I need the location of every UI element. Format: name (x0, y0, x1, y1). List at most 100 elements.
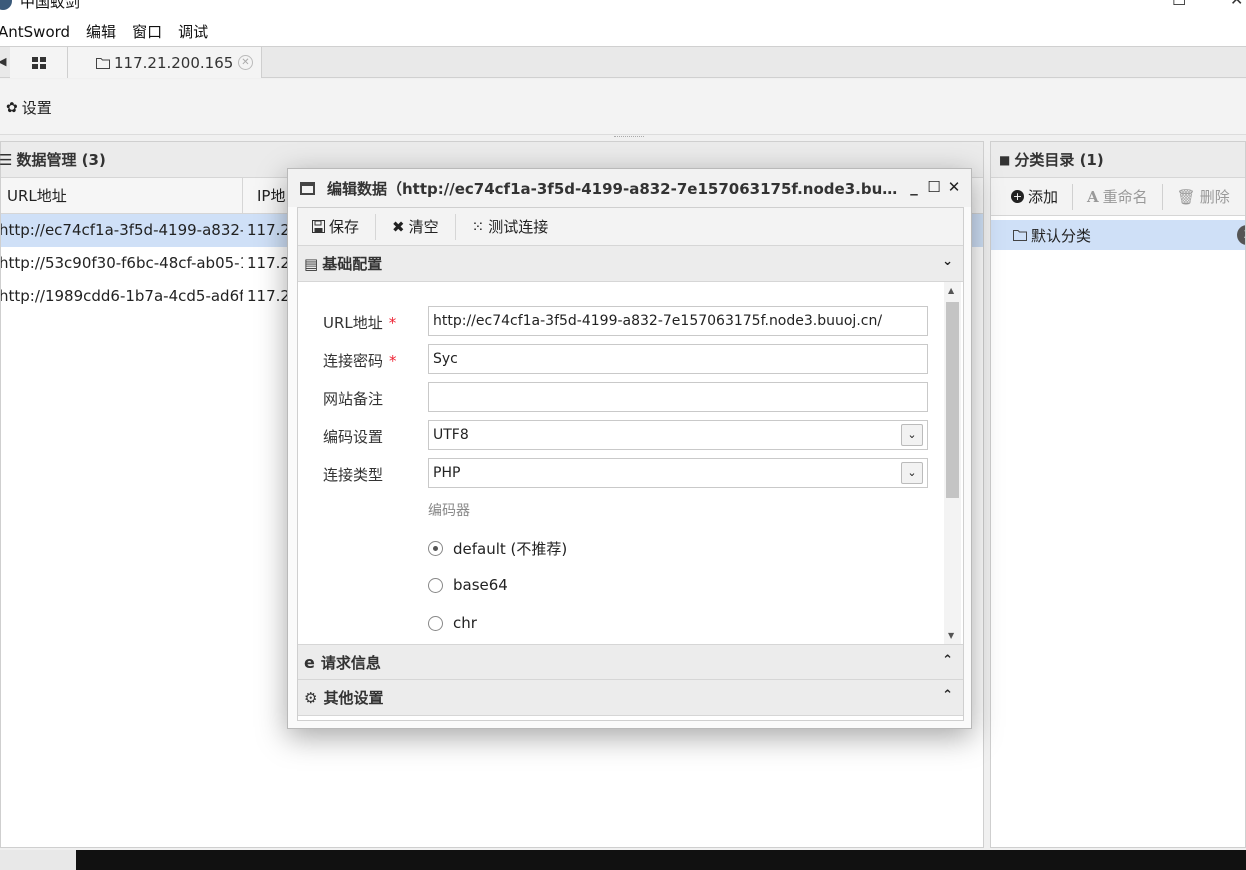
rename-category-button[interactable]: A 重命名 (1073, 183, 1163, 210)
menu-edit[interactable]: 编辑 (78, 18, 124, 46)
taskbar-left (0, 850, 76, 870)
encoder-option-default[interactable]: default (不推荐) (428, 538, 567, 559)
test-connection-label: 测试连接 (488, 218, 549, 236)
category-item-label: 默认分类 (1031, 226, 1092, 245)
url-label: URL地址 * (323, 314, 397, 332)
row-ip: 117.2 (247, 221, 289, 239)
column-url[interactable]: URL地址 (1, 178, 243, 214)
plus-circle-icon: + (1011, 190, 1024, 203)
settings-button[interactable]: ✿ 设置 (6, 97, 52, 118)
password-input[interactable]: Syc (428, 344, 928, 374)
scrollbar-thumb[interactable] (946, 302, 959, 498)
radio-unchecked[interactable] (428, 615, 443, 631)
tab-host[interactable]: 117.21.200.165 ✕ (68, 47, 262, 78)
row-url: http://1989cdd6-1b7a-4cd5-ad6f- (1, 287, 243, 305)
section-request-label: 请求信息 (320, 653, 381, 672)
menu-bar: AntSword 编辑 窗口 调试 (0, 18, 1246, 46)
type-row: 连接类型 PHP ⌄ (298, 458, 938, 488)
app-icon (0, 0, 12, 10)
encoding-value: UTF8 (433, 427, 469, 443)
type-label: 连接类型 (323, 466, 384, 484)
category-panel-header: ■ 分类目录 (1) (991, 142, 1245, 178)
encoding-label: 编码设置 (323, 428, 384, 446)
gears-icon: ⚙ (304, 688, 318, 707)
maximize-icon[interactable]: ☐ (1172, 0, 1186, 9)
category-panel: ■ 分类目录 (1) + 添加 A 重命名 🗑 删除 默认分类 3 (990, 141, 1246, 848)
chevron-down-icon: ⌄ (942, 254, 953, 269)
category-count-badge: 3 (1237, 225, 1245, 245)
scroll-up-icon[interactable]: ▲ (948, 286, 954, 295)
dialog-body: 保存 ✖ 清空 ⁙ 测试连接 ▤ 基础配置 ⌄ URL地址 * http://ec… (297, 207, 964, 721)
main-toolbar: ✿ 设置 (0, 79, 1246, 135)
basic-config-form: URL地址 * http://ec74cf1a-3f5d-4199-a832-7e… (298, 282, 963, 644)
menu-window[interactable]: 窗口 (124, 18, 170, 46)
delete-category-label: 删除 (1199, 188, 1230, 206)
add-category-button[interactable]: + 添加 (991, 183, 1074, 210)
clear-label: 清空 (408, 218, 439, 236)
close-window-icon[interactable]: ✕ (1230, 0, 1243, 9)
taskbar-strip (0, 850, 1246, 870)
edge-icon: e (304, 652, 315, 672)
category-toolbar: + 添加 A 重命名 🗑 删除 (991, 178, 1245, 216)
trash-icon: 🗑 (1176, 187, 1196, 206)
save-button[interactable]: 保存 (298, 213, 377, 240)
window-icon (300, 181, 315, 195)
delete-category-button[interactable]: 🗑 删除 (1163, 184, 1244, 210)
encoding-select[interactable]: UTF8 ⌄ (428, 420, 928, 450)
settings-label: 设置 (21, 99, 52, 117)
row-url: http://ec74cf1a-3f5d-4199-a832-7 (1, 221, 243, 239)
section-basic-config[interactable]: ▤ 基础配置 ⌄ (298, 246, 963, 282)
chevron-down-icon[interactable]: ⌄ (901, 424, 923, 446)
add-category-label: 添加 (1028, 188, 1059, 206)
resize-grip[interactable] (614, 136, 644, 138)
window-title: 中国蚁剑 (20, 0, 81, 11)
edit-data-dialog: 编辑数据（http://ec74cf1a-3f5d-4199-a832-7e15… (287, 168, 972, 729)
encoding-row: 编码设置 UTF8 ⌄ (298, 420, 938, 450)
password-label: 连接密码 * (323, 352, 397, 370)
url-input[interactable]: http://ec74cf1a-3f5d-4199-a832-7e1570631… (428, 306, 928, 336)
chevron-down-icon[interactable]: ⌄ (901, 462, 923, 484)
clear-button[interactable]: ✖ 清空 (376, 213, 456, 240)
window-titlebar: 中国蚁剑 ☐ ✕ (0, 0, 1246, 18)
tab-host-label: 117.21.200.165 (114, 53, 234, 72)
rename-category-label: 重命名 (1102, 188, 1148, 206)
row-url: http://53c90f30-f6bc-48cf-ab05-1 (1, 254, 243, 272)
encoder-option-chr[interactable]: chr (428, 614, 477, 632)
tab-home[interactable] (10, 47, 68, 78)
tab-scroll-left-icon[interactable]: ◀ (0, 55, 6, 68)
form-scrollbar[interactable]: ▲ ▼ (944, 282, 961, 644)
folder-filled-icon: ■ (999, 152, 1011, 167)
scroll-down-icon[interactable]: ▼ (948, 631, 954, 640)
dialog-title: 编辑数据（http://ec74cf1a-3f5d-4199-a832-7e15… (327, 179, 902, 198)
note-input[interactable] (428, 382, 928, 412)
menu-antsword[interactable]: AntSword (0, 18, 78, 46)
grid-icon (31, 56, 46, 69)
url-row: URL地址 * http://ec74cf1a-3f5d-4199-a832-7e… (298, 306, 938, 336)
spinner-icon: ⁙ (471, 217, 485, 236)
folder-icon (96, 57, 110, 69)
dialog-maximize-icon[interactable]: ☐ (927, 178, 941, 196)
test-connection-button[interactable]: ⁙ 测试连接 (456, 214, 565, 240)
x-icon: ✖ (392, 217, 405, 236)
list-icon: ☰ (0, 150, 13, 169)
dialog-close-icon[interactable]: ✕ (947, 178, 961, 196)
dialog-titlebar[interactable]: 编辑数据（http://ec74cf1a-3f5d-4199-a832-7e15… (288, 169, 971, 207)
section-request-info[interactable]: e 请求信息 ⌃ (298, 644, 963, 680)
encoder-option-label: base64 (453, 576, 508, 594)
type-value: PHP (433, 465, 461, 481)
dialog-minimize-icon[interactable]: _ (907, 178, 921, 196)
category-panel-title: 分类目录 (1) (1014, 151, 1104, 169)
note-row: 网站备注 (298, 382, 938, 412)
password-row: 连接密码 * Syc (298, 344, 938, 374)
type-select[interactable]: PHP ⌄ (428, 458, 928, 488)
row-ip: 117.2 (247, 287, 289, 305)
menu-debug[interactable]: 调试 (170, 18, 216, 46)
radio-unchecked[interactable] (428, 577, 443, 593)
radio-checked[interactable] (428, 541, 443, 556)
section-other-settings[interactable]: ⚙ 其他设置 ⌃ (298, 680, 963, 716)
encoder-option-base64[interactable]: base64 (428, 576, 508, 594)
dialog-toolbar: 保存 ✖ 清空 ⁙ 测试连接 (298, 208, 963, 246)
tab-close-icon[interactable]: ✕ (238, 55, 253, 70)
category-item-default[interactable]: 默认分类 3 (991, 220, 1245, 250)
tab-bar: ◀ 117.21.200.165 ✕ (0, 46, 1246, 78)
